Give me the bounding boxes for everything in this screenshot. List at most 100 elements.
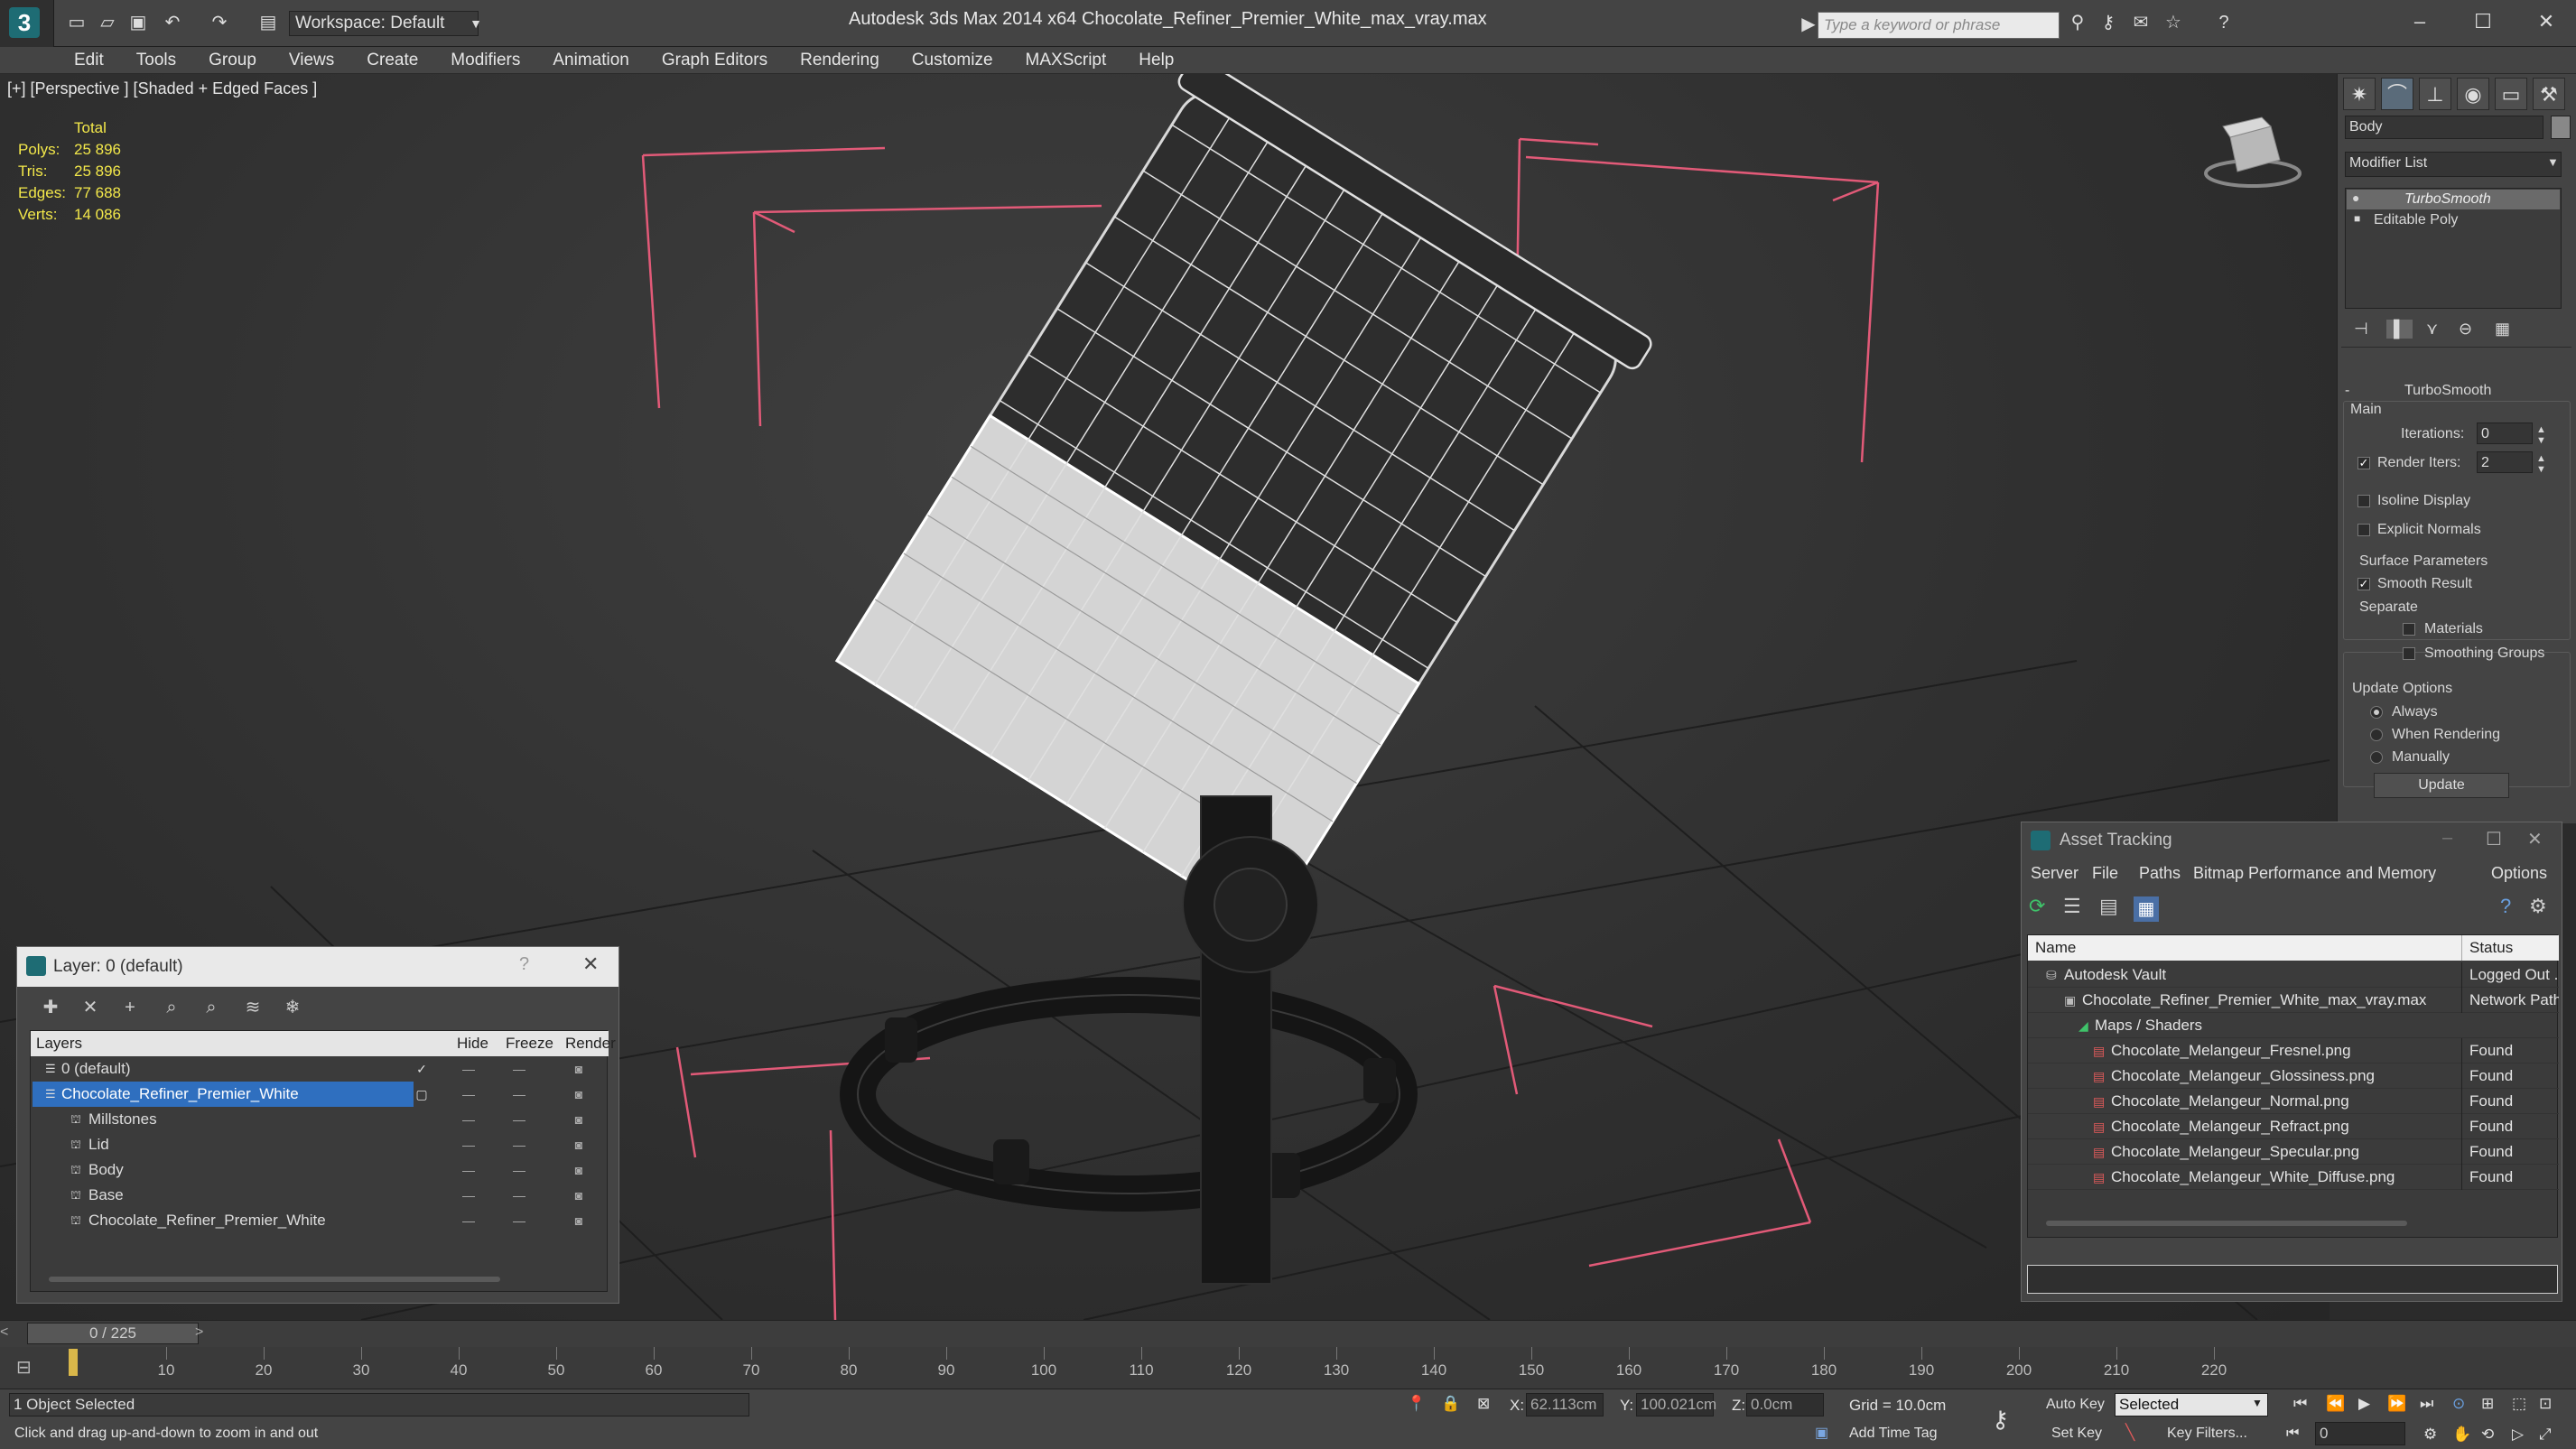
expand-icon[interactable]: ■ <box>2354 212 2360 225</box>
walk-through-icon[interactable]: ⤢ <box>2539 1426 2552 1444</box>
time-slider-thumb[interactable]: 0 / 225 <box>27 1323 199 1344</box>
settings-icon[interactable]: ⚙ <box>2529 895 2547 918</box>
minimize-button[interactable]: – <box>2397 4 2442 40</box>
redo-icon[interactable]: ↷ <box>208 11 231 34</box>
manually-radio[interactable] <box>2370 751 2383 764</box>
isoline-display-checkbox[interactable] <box>2357 495 2370 507</box>
asset-row[interactable]: ▤ Chocolate_Melangeur_Fresnel.png Found <box>2028 1038 2559 1064</box>
new-file-icon[interactable]: ▭ <box>65 11 88 34</box>
freeze-toggle[interactable]: — <box>506 1107 533 1132</box>
close-icon[interactable]: ✕ <box>2527 828 2543 850</box>
delete-layer-icon[interactable]: ✕ <box>77 994 104 1021</box>
zoom-region-icon[interactable]: ⬚ <box>2512 1395 2526 1413</box>
asset-row[interactable]: ▤ Chocolate_Melangeur_Refract.png Found <box>2028 1114 2559 1139</box>
chevron-down-icon[interactable]: ▼ <box>2252 1397 2263 1409</box>
smoothing-groups-checkbox[interactable] <box>2403 647 2415 660</box>
layer-row[interactable]: ☰ Chocolate_Refiner_Premier_White ▢ — — ◙ <box>31 1082 609 1107</box>
absolute-mode-icon[interactable]: ⊠ <box>1477 1395 1490 1413</box>
menu-create[interactable]: Create <box>350 47 434 74</box>
undo-icon[interactable]: ↶ <box>161 11 184 34</box>
horizontal-scrollbar[interactable] <box>2046 1221 2407 1226</box>
column-freeze[interactable]: Freeze <box>506 1031 553 1056</box>
save-icon[interactable]: ▣ <box>126 11 150 34</box>
configure-sets-icon[interactable]: ▦ <box>2495 320 2510 339</box>
key-mode-toggle-icon[interactable]: ⊙ <box>2452 1395 2465 1413</box>
column-status[interactable]: Status <box>2461 935 2513 961</box>
menu-edit[interactable]: Edit <box>58 47 120 74</box>
refresh-icon[interactable]: ⟳ <box>2029 895 2045 918</box>
current-frame-field[interactable]: 0 <box>2315 1422 2405 1445</box>
column-hide[interactable]: Hide <box>457 1031 488 1056</box>
hide-toggle[interactable]: — <box>455 1132 482 1157</box>
menu-views[interactable]: Views <box>273 47 350 74</box>
asset-menu-options[interactable]: Options <box>2491 864 2547 883</box>
render-icon[interactable]: ◙ <box>565 1183 592 1208</box>
chevron-down-icon[interactable]: ▼ <box>2547 155 2559 169</box>
close-icon[interactable]: ✕ <box>582 952 599 976</box>
hide-toggle[interactable]: — <box>455 1157 482 1183</box>
show-end-result-icon[interactable]: ▌ <box>2386 320 2413 339</box>
z-coordinate-field[interactable]: 0.0cm <box>1746 1393 1824 1416</box>
menu-animation[interactable]: Animation <box>536 47 646 74</box>
spinner-arrows-icon[interactable]: ▲ ▼ <box>2536 453 2546 475</box>
help-icon[interactable]: ? <box>2500 895 2511 918</box>
asset-row[interactable]: ⛁ Autodesk Vault Logged Out ... <box>2028 962 2559 988</box>
search-input[interactable]: Type a keyword or phrase <box>1818 12 2060 39</box>
asset-path-field[interactable] <box>2027 1265 2558 1294</box>
horizontal-scrollbar[interactable] <box>49 1277 500 1282</box>
display-tab-icon[interactable]: ▭ <box>2495 78 2527 110</box>
stack-item-editable-poly[interactable]: ■ Editable Poly <box>2347 210 2560 230</box>
freeze-toggle[interactable]: — <box>506 1157 533 1183</box>
hierarchy-tab-icon[interactable]: ⊥ <box>2419 78 2451 110</box>
asset-menu-server[interactable]: Server <box>2031 864 2078 883</box>
remove-modifier-icon[interactable]: ⊖ <box>2459 320 2472 339</box>
selected-set-dropdown[interactable]: Selected <box>2115 1393 2268 1416</box>
render-icon[interactable]: ◙ <box>565 1056 592 1082</box>
pan-icon[interactable]: ✋ <box>2452 1426 2471 1444</box>
lock-selection-icon[interactable]: 🔒 <box>1441 1395 1460 1413</box>
hide-toggle[interactable]: — <box>455 1056 482 1082</box>
asset-menu-bitmap-performance[interactable]: Bitmap Performance and Memory <box>2193 864 2436 883</box>
menu-graph-editors[interactable]: Graph Editors <box>646 47 784 74</box>
modifier-stack[interactable]: ● TurboSmooth ■ Editable Poly <box>2345 188 2562 309</box>
modifier-list-dropdown[interactable]: Modifier List <box>2345 152 2562 177</box>
table-view-icon[interactable]: ▤ <box>2099 895 2118 918</box>
isolate-selection-icon[interactable]: 📍 <box>1407 1395 1426 1413</box>
go-to-start-icon[interactable]: ⏮ <box>2293 1395 2307 1413</box>
layer-row[interactable]: ⛫ Body — — ◙ <box>31 1157 609 1183</box>
maximize-button[interactable]: ☐ <box>2460 4 2506 40</box>
make-unique-icon[interactable]: ⋎ <box>2426 320 2438 339</box>
help-icon[interactable]: ? <box>2212 11 2236 34</box>
fov-icon[interactable]: ▷ <box>2512 1426 2524 1444</box>
workspace-dropdown[interactable]: Workspace: Default <box>289 11 479 36</box>
key-mode-icon[interactable]: ╲ <box>2125 1424 2134 1442</box>
set-key-button[interactable]: Set Key <box>2051 1426 2102 1442</box>
column-render[interactable]: Render <box>565 1031 616 1056</box>
highlight-layer-icon[interactable]: ⌕ <box>198 994 225 1021</box>
render-icon[interactable]: ◙ <box>565 1132 592 1157</box>
render-iters-checkbox[interactable]: ✓ <box>2357 457 2370 469</box>
object-name-field[interactable]: Body <box>2345 116 2543 139</box>
hide-toggle[interactable]: — <box>455 1208 482 1233</box>
freeze-toggle[interactable]: — <box>506 1183 533 1208</box>
time-slider[interactable]: < 0 / 225 > <box>0 1320 2576 1347</box>
hide-toggle[interactable]: — <box>455 1082 482 1107</box>
open-file-icon[interactable]: ▱ <box>96 11 119 34</box>
project-folder-icon[interactable]: ▤ <box>256 11 280 34</box>
orbit-icon[interactable]: ⟲ <box>2481 1426 2494 1444</box>
column-name[interactable]: Name <box>2035 935 2076 961</box>
asset-row[interactable]: ▤ Chocolate_Melangeur_White_Diffuse.png Fo… <box>2028 1165 2559 1190</box>
freeze-toggle[interactable]: — <box>506 1056 533 1082</box>
materials-checkbox[interactable] <box>2403 623 2415 636</box>
x-coordinate-field[interactable]: 62.113cm <box>1526 1393 1604 1416</box>
modify-tab-icon[interactable]: ⌒ <box>2381 78 2413 110</box>
asset-row[interactable]: ▤ Chocolate_Melangeur_Glossiness.png Found <box>2028 1064 2559 1089</box>
next-frame-icon[interactable]: ⏩ <box>2387 1395 2406 1413</box>
add-to-layer-icon[interactable]: + <box>116 994 144 1021</box>
minimize-icon[interactable]: – <box>2442 828 2452 849</box>
time-config-icon[interactable]: ⚙ <box>2423 1426 2437 1444</box>
go-to-end-icon[interactable]: ⏭ <box>2420 1395 2433 1413</box>
mini-curve-editor-icon[interactable]: ⊟ <box>16 1356 32 1379</box>
layer-row[interactable]: ⛫ Millstones — — ◙ <box>31 1107 609 1132</box>
asset-row[interactable]: ◢ Maps / Shaders <box>2028 1013 2559 1038</box>
